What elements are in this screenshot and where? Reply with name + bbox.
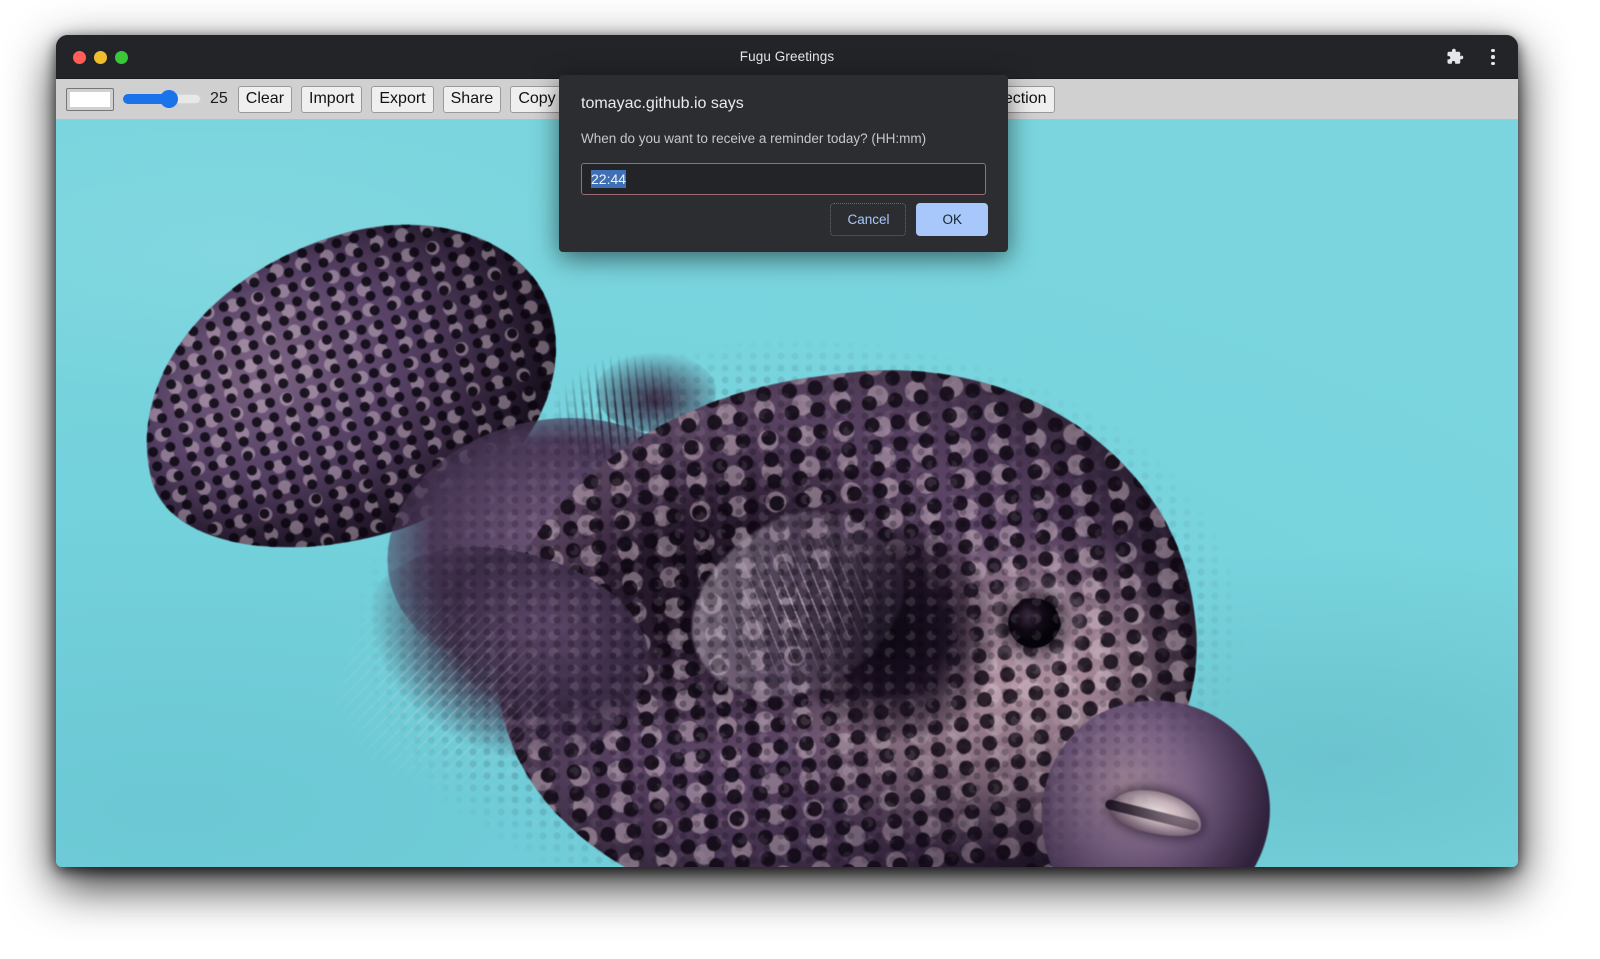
line-width-slider[interactable] — [123, 90, 201, 108]
dialog-message-text: When do you want to receive a reminder t… — [581, 129, 986, 149]
dialog-origin-heading: tomayac.github.io says — [581, 93, 986, 115]
extensions-puzzle-icon[interactable] — [1444, 46, 1466, 68]
cancel-button[interactable]: Cancel — [830, 203, 906, 236]
export-button[interactable]: Export — [371, 86, 433, 113]
kebab-dots — [1491, 49, 1495, 66]
ok-button[interactable]: OK — [916, 203, 988, 236]
window-controls — [73, 35, 128, 79]
page-title: Fugu Greetings — [56, 35, 1518, 79]
title-bar-actions — [1444, 35, 1504, 79]
fish-speckle-overlay — [116, 230, 1296, 867]
dialog-buttons: Cancel OK — [830, 203, 988, 236]
browser-window: Fugu Greetings 25 Clear — [56, 35, 1518, 867]
copy-button[interactable]: Copy — [510, 86, 563, 113]
close-window-button[interactable] — [73, 51, 86, 64]
reminder-time-input[interactable]: 22:44 — [581, 163, 986, 195]
import-button[interactable]: Import — [301, 86, 362, 113]
page-root: Fugu Greetings 25 Clear — [0, 0, 1600, 959]
color-picker-input[interactable] — [66, 88, 114, 111]
share-button[interactable]: Share — [443, 86, 502, 113]
javascript-prompt-dialog: tomayac.github.io says When do you want … — [559, 75, 1008, 252]
slider-thumb[interactable] — [160, 90, 178, 108]
minimize-window-button[interactable] — [94, 51, 107, 64]
reminder-time-value: 22:44 — [591, 170, 626, 188]
clear-button[interactable]: Clear — [238, 86, 292, 113]
maximize-window-button[interactable] — [115, 51, 128, 64]
slider-value-label: 25 — [210, 90, 228, 108]
title-bar: Fugu Greetings — [56, 35, 1518, 79]
browser-menu-icon[interactable] — [1482, 46, 1504, 68]
